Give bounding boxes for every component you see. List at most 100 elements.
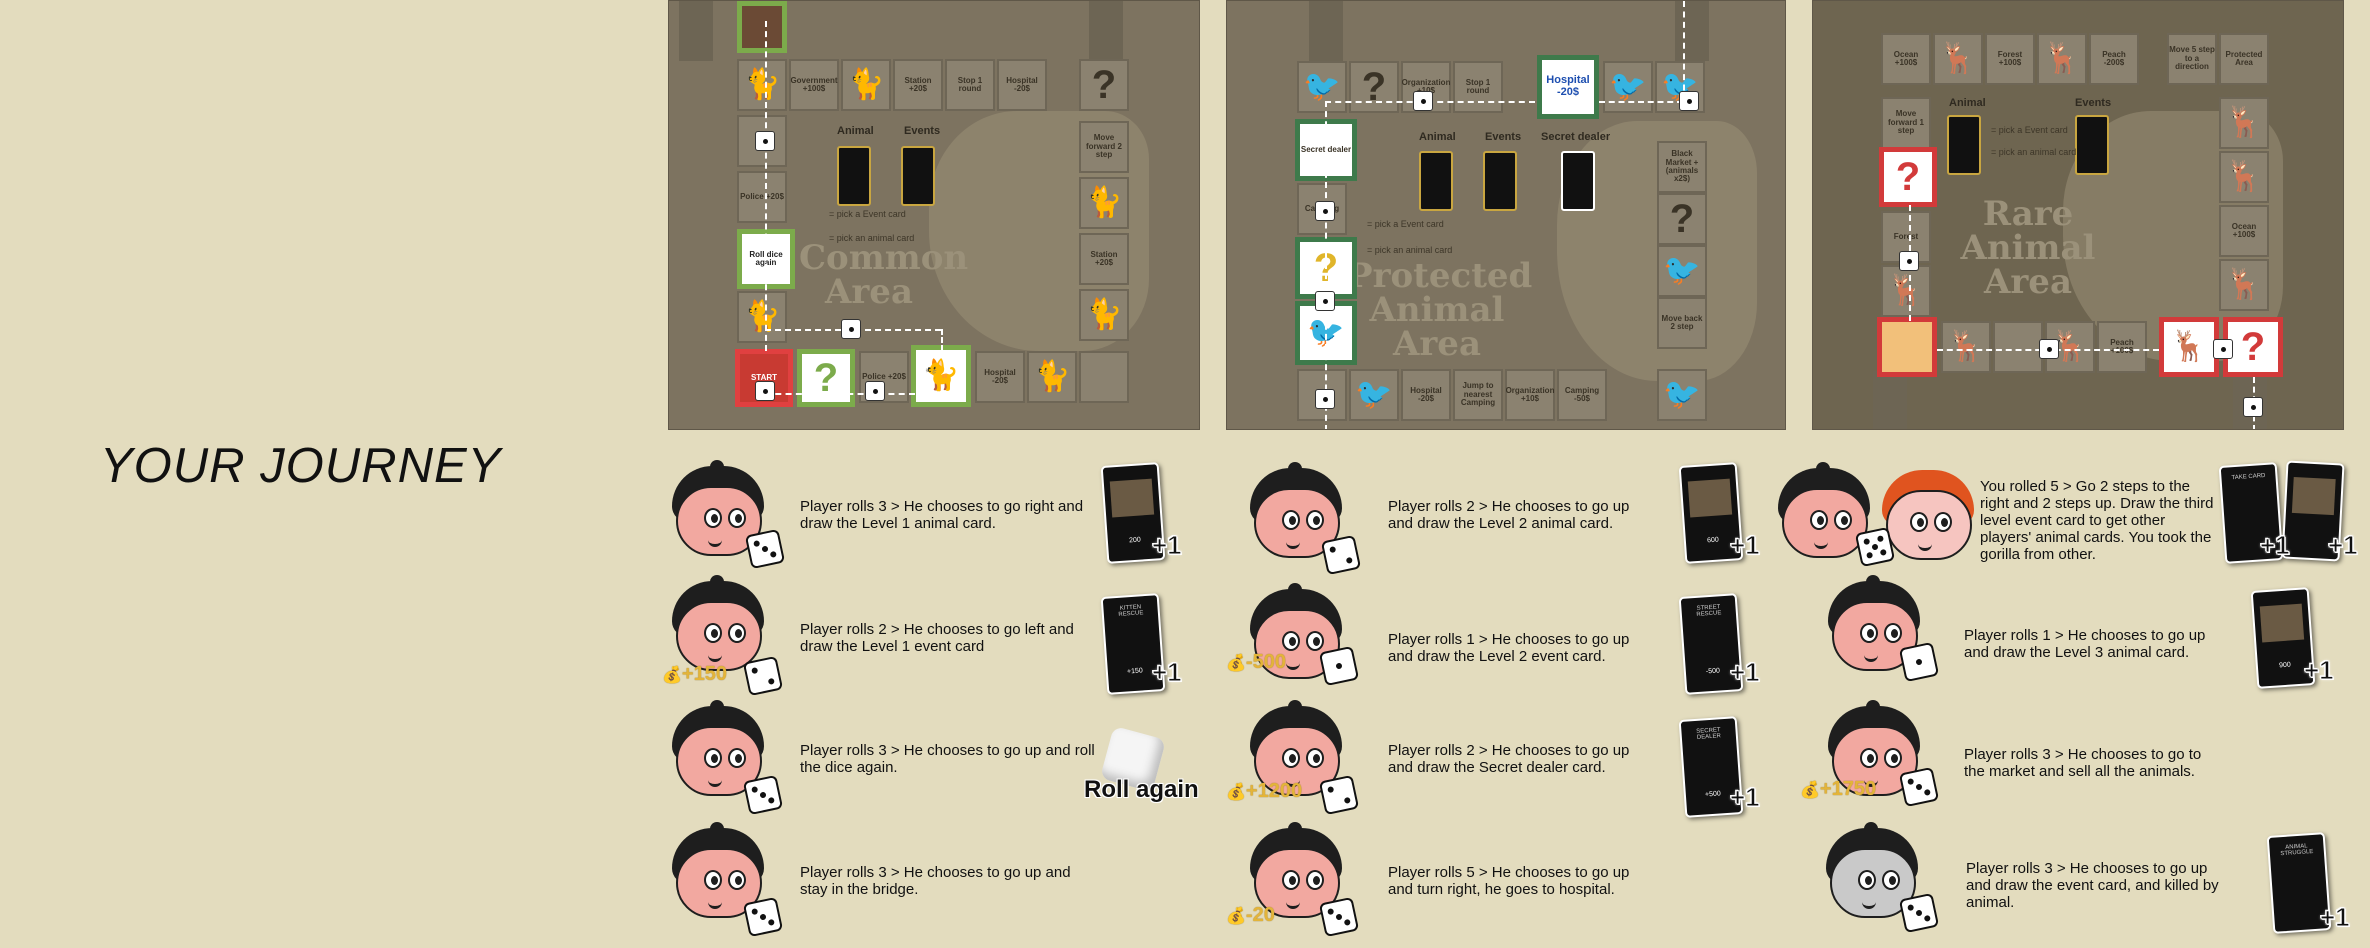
dice-icon: [1898, 766, 1940, 808]
money-bag-icon: 💰: [1800, 782, 1820, 799]
tile-deer: 🦌: [2219, 259, 2269, 311]
area-label: Protected Animal Area: [1347, 256, 1533, 364]
money-label: 💰+1750: [1800, 778, 1877, 800]
step-row: You rolled 5 > Go 2 steps to the right a…: [1776, 450, 2370, 570]
dice-icon: [742, 896, 784, 938]
tile-question: ?: [1079, 59, 1129, 111]
deck-label-events: Events: [904, 125, 941, 137]
step-row: Player rolls 1 > He chooses to go up and…: [1776, 575, 2370, 695]
animal-deck: [837, 146, 871, 206]
animal-deck: [1947, 115, 1981, 175]
bird-icon: 🐦: [1355, 378, 1393, 411]
tile-bird: 🐦: [1349, 369, 1399, 421]
dice-icon: [755, 381, 775, 401]
dice-icon: [1315, 291, 1335, 311]
tile-peach: Peach -200$: [2089, 33, 2139, 85]
deer-icon: 🦌: [2225, 160, 2263, 193]
plus-one-label: +1: [2320, 902, 2351, 933]
tile-question: ?: [1657, 193, 1707, 245]
step-row: 💰+150 Player rolls 2 > He chooses to go …: [640, 575, 1200, 697]
step-description: Player rolls 3 > He chooses to go up and…: [800, 864, 1071, 898]
deck-label-animal: Animal: [837, 125, 874, 137]
deer-icon: 🦌: [2225, 106, 2263, 139]
dice-icon: [865, 381, 885, 401]
roll-again-label: Roll again: [1084, 776, 1199, 803]
secret-dealer-deck: [1561, 151, 1595, 211]
animal-deck: [1419, 151, 1453, 211]
animal-icon: 🐈: [847, 68, 885, 101]
tile-entry: [737, 1, 787, 53]
step-row: 💰+1750 Player rolls 3 > He chooses to go…: [1776, 700, 2370, 820]
question-icon: ?: [1091, 63, 1117, 107]
tile-hospital: Hospital -20$: [997, 59, 1047, 111]
dice-icon: [742, 774, 784, 816]
deck-label-animal: Animal: [1419, 131, 1456, 143]
dice-icon: [1898, 892, 1940, 934]
tile-move5: Move 5 step to a direction: [2167, 33, 2217, 85]
step-description: Player rolls 1 > He chooses to go up and…: [1388, 631, 1630, 665]
dice-icon: [2039, 339, 2059, 359]
dice-icon: [1320, 534, 1362, 576]
plus-one-label: +1: [1730, 782, 1761, 813]
deck-label-secret-dealer: Secret dealer: [1541, 131, 1611, 143]
step-row: 💰+1200 Player rolls 2 > He chooses to go…: [1226, 700, 1786, 820]
deck-label-animal: Animal: [1949, 97, 1986, 109]
legend-event: = pick a Event card: [1991, 125, 2068, 135]
plus-one-label: +1: [2328, 530, 2359, 561]
tile-animal: 🐈: [737, 291, 787, 343]
step-row: Player rolls 3 > He chooses to go up and…: [1776, 822, 2370, 942]
tile-building: [1079, 351, 1129, 403]
path-line: [765, 21, 767, 351]
tile-organization: Organization +10$: [1505, 369, 1555, 421]
step-description: You rolled 5 > Go 2 steps to the right a…: [1980, 478, 2214, 563]
step-description: Player rolls 3 > He chooses to go right …: [800, 498, 1084, 532]
tile-hospital: Hospital -20$: [975, 351, 1025, 403]
tile-animal: 🐈: [737, 59, 787, 111]
dice-icon: [1318, 774, 1360, 816]
plus-one-label: +1: [1152, 657, 1183, 688]
money-label: 💰-20: [1226, 904, 1275, 926]
plus-one-label: +1: [1730, 657, 1761, 688]
tile-police: Police +20$: [737, 171, 787, 223]
tile-question: ?: [1349, 61, 1399, 113]
dice-icon: [1899, 251, 1919, 271]
legend-animal: = pick an animal card: [1367, 245, 1453, 255]
tile-animal: 🐈: [1079, 177, 1129, 229]
money-bag-icon: 💰: [662, 667, 682, 684]
step-description: Player rolls 3 > He chooses to go to the…: [1964, 746, 2202, 780]
step-row: Player rolls 2 > He chooses to go up and…: [1226, 450, 1786, 576]
tile-jump: Jump to nearest Camping: [1453, 369, 1503, 421]
tile-stop: Stop 1 round: [1453, 61, 1503, 113]
event-deck: [2075, 115, 2109, 175]
plus-one-label: +1: [1730, 530, 1761, 561]
legend-event: = pick a Event card: [1367, 219, 1444, 229]
step-description: Player rolls 3 > He chooses to go up and…: [800, 742, 1095, 776]
tile-animal: 🐈: [911, 345, 971, 407]
tile-bird: 🐦: [1603, 61, 1653, 113]
event-deck: [1483, 151, 1517, 211]
board-common-area: Common Area Animal Events = pick a Event…: [668, 0, 1200, 430]
path-line: [1599, 101, 1683, 103]
tile-move-back: Move back 2 step: [1657, 297, 1707, 349]
area-label: Rare Animal Area: [1960, 194, 2096, 302]
tile-hospital: Hospital -20$: [1537, 55, 1599, 119]
step-description: Player rolls 2 > He chooses to go left a…: [800, 621, 1074, 655]
question-icon: ?: [2240, 325, 2266, 369]
tile-station: Station +20$: [1079, 233, 1129, 285]
bird-icon: 🐦: [1663, 378, 1701, 411]
tile-animal: 🐈: [1079, 289, 1129, 341]
tile-animal: 🐈: [1027, 351, 1077, 403]
deer-icon: 🦌: [2170, 330, 2208, 363]
dice-icon: [841, 319, 861, 339]
legend-animal: = pick an animal card: [1991, 147, 2077, 157]
page-title: YOUR JOURNEY: [100, 439, 502, 493]
tile-bird: 🐦: [1657, 245, 1707, 297]
tile-deer: 🦌: [1933, 33, 1983, 85]
tile-stop: Stop 1 round: [945, 59, 995, 111]
deer-icon: 🦌: [2043, 42, 2081, 75]
step-description: Player rolls 2 > He chooses to go up and…: [1388, 498, 1630, 532]
tile-station: Station +20$: [893, 59, 943, 111]
tile-deer: 🦌: [2037, 33, 2087, 85]
tile-question: ?: [1879, 147, 1937, 207]
bird-icon: 🐦: [1303, 70, 1341, 103]
